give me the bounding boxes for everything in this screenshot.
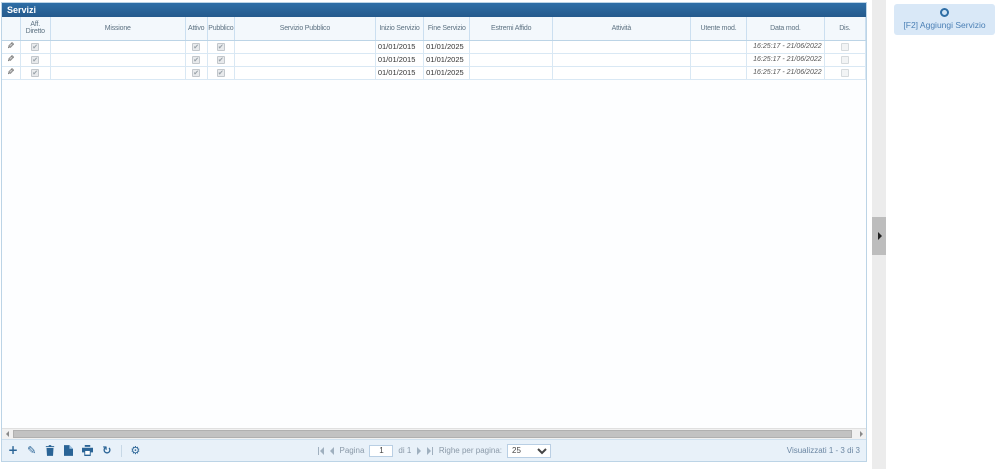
chevron-right-icon [878,232,882,240]
page-number-input[interactable] [369,444,394,457]
rows-per-page-select[interactable]: 25 [506,443,551,458]
table-row[interactable]: ✎ ✔ ✔ ✔ 01/01/2015 01/01/2025 16:25:17 -… [2,66,867,80]
scrollbar-thumb[interactable] [13,430,852,438]
horizontal-scrollbar[interactable] [2,428,866,439]
col-header-dis[interactable]: Dis. [824,17,867,41]
edit-row-icon[interactable]: ✎ [7,68,15,78]
plus-circle-icon [940,8,949,17]
pubblico-checkbox: ✔ [216,69,225,77]
scroll-left-icon[interactable] [2,429,12,439]
aff-diretto-checkbox: ✔ [31,56,40,64]
attivo-checkbox: ✔ [192,69,201,77]
data-mod-cell: 16:25:17 - 21/06/2022 [746,53,825,67]
col-header-attivita[interactable]: Attività [552,17,691,41]
page-count-label: di 1 [398,446,412,455]
pagination-controls: Pagina di 1 Righe per pagina: 25 [317,440,551,461]
first-page-icon[interactable] [317,446,325,456]
last-page-icon[interactable] [426,446,434,456]
servizio-pubblico-cell [234,40,376,54]
estremi-affido-cell [469,53,553,67]
aff-diretto-checkbox: ✔ [31,69,40,77]
col-header-missione[interactable]: Missione [50,17,186,41]
edit-row-icon[interactable]: ✎ [7,55,15,65]
attivita-cell [552,66,691,80]
missione-cell [50,40,186,54]
servizio-pubblico-cell [234,66,376,80]
grid-title: Servizi [2,3,866,17]
edit-record-icon[interactable]: ✎ [27,445,36,456]
add-record-icon[interactable]: + [8,444,18,456]
page-label: Pagina [339,446,365,455]
aff-diretto-checkbox: ✔ [31,43,40,51]
servizi-table: Aff. Diretto Missione Attivo Pubblico Se… [2,17,867,80]
attivo-checkbox: ✔ [192,56,201,64]
col-header-servizio-pubblico[interactable]: Servizio Pubblico [234,17,376,41]
add-service-button[interactable]: [F2] Aggiungi Servizio [894,4,995,35]
rows-per-page-label: Righe per pagina: [438,446,502,455]
missione-cell [50,66,186,80]
col-header-edit [2,17,21,41]
servizio-pubblico-cell [234,53,376,67]
col-header-inizio-servizio[interactable]: Inizio Servizio [375,17,425,41]
scrollbar-track[interactable] [12,429,856,439]
table-row[interactable]: ✎ ✔ ✔ ✔ 01/01/2015 01/01/2025 16:25:17 -… [2,53,867,67]
fine-servizio-cell: 01/01/2025 [423,53,471,67]
pubblico-checkbox: ✔ [216,56,225,64]
export-file-icon[interactable] [64,445,74,456]
grid-toolbar: + ✎ ↻ ⚙ [8,440,140,461]
edit-row-icon[interactable]: ✎ [7,42,15,52]
inizio-servizio-cell: 01/01/2015 [375,53,425,67]
estremi-affido-cell [469,66,553,80]
toolbar-separator [120,444,122,457]
splitter-handle[interactable] [872,217,886,255]
attivita-cell [552,40,691,54]
col-header-attivo[interactable]: Attivo [185,17,208,41]
dis-checkbox [840,43,849,51]
delete-record-icon[interactable] [45,445,55,456]
prev-page-icon[interactable] [330,446,335,456]
missione-cell [50,53,186,67]
panel-splitter [872,0,886,469]
grid-empty-area [2,79,866,428]
dis-checkbox [840,69,849,77]
grid-pager: + ✎ ↻ ⚙ Pagina di 1 [2,439,866,461]
data-mod-cell: 16:25:17 - 21/06/2022 [746,66,825,80]
utente-mod-cell [690,53,748,67]
dis-checkbox [840,56,849,64]
add-service-button-label: [F2] Aggiungi Servizio [903,20,986,30]
col-header-aff-diretto[interactable]: Aff. Diretto [20,17,51,41]
col-header-fine-servizio[interactable]: Fine Servizio [423,17,471,41]
attivo-checkbox: ✔ [192,43,201,51]
estremi-affido-cell [469,40,553,54]
header-row: Aff. Diretto Missione Attivo Pubblico Se… [2,17,867,41]
col-header-data-mod[interactable]: Data mod. [746,17,825,41]
fine-servizio-cell: 01/01/2025 [423,66,471,80]
attivita-cell [552,53,691,67]
inizio-servizio-cell: 01/01/2015 [375,40,425,54]
col-header-utente-mod[interactable]: Utente mod. [690,17,748,41]
print-icon[interactable] [82,445,94,456]
servizi-grid-panel: Servizi Aff. Diretto Missione Attivo Pub… [1,2,867,462]
next-page-icon[interactable] [416,446,421,456]
table-row[interactable]: ✎ ✔ ✔ ✔ 01/01/2015 01/01/2025 16:25:17 -… [2,40,867,54]
col-header-estremi-affido[interactable]: Estremi Affido [469,17,553,41]
fine-servizio-cell: 01/01/2025 [423,40,471,54]
utente-mod-cell [690,40,748,54]
page: Servizi Aff. Diretto Missione Attivo Pub… [0,0,1000,469]
records-status: Visualizzati 1 - 3 di 3 [786,446,860,455]
inizio-servizio-cell: 01/01/2015 [375,66,425,80]
side-panel: [F2] Aggiungi Servizio [886,0,1000,469]
utente-mod-cell [690,66,748,80]
col-header-pubblico[interactable]: Pubblico [207,17,235,41]
pubblico-checkbox: ✔ [216,43,225,51]
gear-icon[interactable]: ⚙ [131,445,141,456]
refresh-icon[interactable]: ↻ [102,445,111,456]
scroll-right-icon[interactable] [856,429,866,439]
data-mod-cell: 16:25:17 - 21/06/2022 [746,40,825,54]
